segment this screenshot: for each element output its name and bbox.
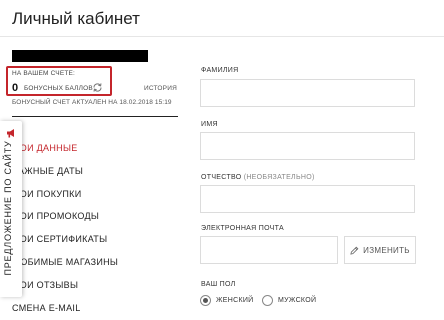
change-email-label: ИЗМЕНИТЬ	[363, 245, 410, 255]
page-title: Личный кабинет	[12, 9, 140, 28]
pencil-icon	[350, 246, 359, 255]
bonus-underline	[12, 116, 178, 117]
gender-male-label: МУЖСКОЙ	[278, 297, 317, 304]
menu-item-promocodes[interactable]: МОИ ПРОМОКОДЫ	[12, 211, 99, 221]
gender-label: ВАШ ПОЛ	[201, 281, 236, 288]
middle-name-optional-hint: (НЕОБЯЗАТЕЛЬНО)	[243, 174, 315, 181]
bonus-unit: БОНУСНЫХ БАЛЛОВ	[24, 85, 93, 92]
gender-male-radio[interactable]	[262, 295, 273, 306]
gender-option-female[interactable]: ЖЕНСКИЙ	[200, 295, 253, 306]
menu-item-favorite-stores[interactable]: ЛЮБИМЫЕ МАГАЗИНЫ	[12, 257, 118, 267]
menu-item-certificates[interactable]: МОИ СЕРТИФИКАТЫ	[12, 234, 107, 244]
menu-item-important-dates[interactable]: ВАЖНЫЕ ДАТЫ	[12, 166, 83, 176]
radio-selected-dot	[203, 298, 208, 303]
change-email-button[interactable]: ИЗМЕНИТЬ	[344, 236, 416, 264]
last-name-field[interactable]	[200, 79, 415, 107]
email-field[interactable]	[200, 236, 338, 264]
email-label: ЭЛЕКТРОННАЯ ПОЧТА	[201, 225, 284, 232]
middle-name-label: ОТЧЕСТВО (НЕОБЯЗАТЕЛЬНО)	[201, 174, 315, 181]
user-name-redacted	[12, 50, 148, 62]
menu-item-purchases[interactable]: МОИ ПОКУПКИ	[12, 189, 81, 199]
middle-name-field[interactable]	[200, 185, 415, 213]
site-feedback-label[interactable]: ПРЕДЛОЖЕНИЕ ПО САЙТУ	[3, 133, 17, 283]
bonus-value: 0	[12, 82, 19, 94]
first-name-field[interactable]	[200, 132, 415, 160]
middle-name-label-text: ОТЧЕСТВО	[201, 174, 242, 181]
menu-item-change-email[interactable]: СМЕНА E-MAIL	[12, 303, 81, 313]
gender-option-male[interactable]: МУЖСКОЙ	[262, 295, 316, 306]
first-name-label: ИМЯ	[201, 121, 218, 128]
gender-female-label: ЖЕНСКИЙ	[216, 297, 254, 304]
title-divider	[0, 36, 444, 37]
gender-female-radio[interactable]	[200, 295, 211, 306]
bonus-actual-note: БОНУСНЫЙ СЧЕТ АКТУАЛЕН НА 18.02.2018 15:…	[12, 99, 172, 106]
refresh-icon[interactable]	[92, 82, 103, 93]
last-name-label: ФАМИЛИЯ	[201, 67, 239, 74]
history-link[interactable]: ИСТОРИЯ	[144, 85, 177, 92]
bonus-label: НА ВАШЕМ СЧЕТЕ:	[12, 70, 76, 77]
